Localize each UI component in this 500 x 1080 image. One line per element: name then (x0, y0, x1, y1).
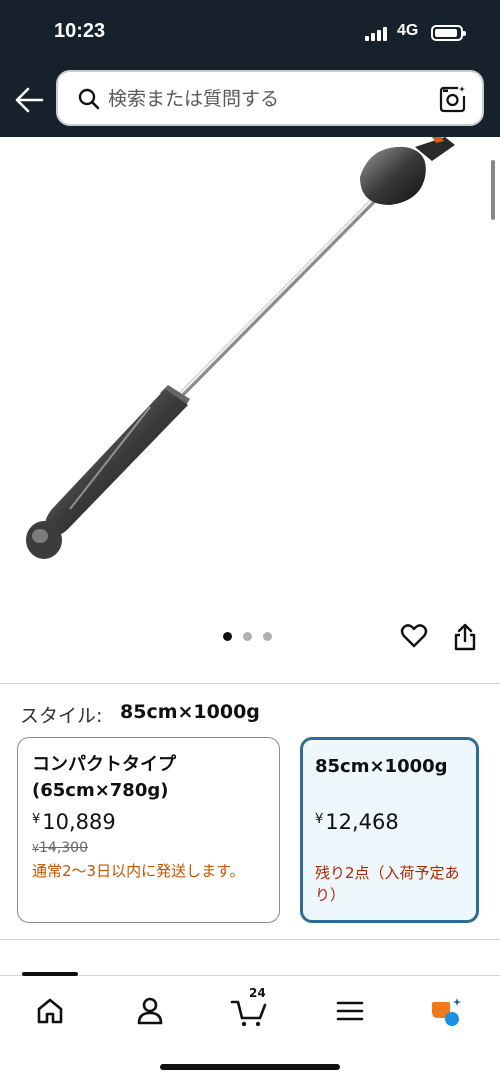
option-old-price: ¥14,300 (32, 840, 88, 856)
gallery-dot[interactable] (223, 632, 232, 641)
gallery-dots[interactable] (223, 632, 283, 642)
home-icon[interactable] (33, 994, 67, 1028)
battery-icon (431, 25, 466, 41)
option-stock: 残り2点（入荷予定あり） (315, 864, 460, 904)
status-bar: 10:23 4G (0, 0, 500, 66)
search-icon (78, 88, 100, 110)
currency-symbol: ¥ (315, 812, 324, 827)
camera-search-icon[interactable] (438, 84, 468, 114)
home-indicator (160, 1064, 340, 1070)
option-title: コンパクトタイプ(65cm×780g) (32, 754, 176, 801)
rufus-ai-icon[interactable] (428, 994, 462, 1028)
divider (0, 939, 500, 940)
price-value: 12,468 (325, 810, 399, 834)
share-icon[interactable] (453, 622, 477, 652)
style-label: スタイル: (20, 705, 103, 727)
currency-symbol: ¥ (32, 812, 41, 827)
currency-symbol: ¥ (32, 842, 39, 855)
option-shipping: 通常2〜3日以内に発送します。 (32, 862, 245, 880)
option-title: 85cm×1000g (315, 756, 448, 777)
style-option-compact[interactable]: コンパクトタイプ(65cm×780g) ¥10,889 ¥14,300 通常2〜… (17, 737, 280, 923)
gallery-dot[interactable] (243, 632, 252, 641)
product-image[interactable] (0, 137, 500, 617)
bottom-nav: 24 (0, 972, 500, 1080)
style-selected-value: 85cm×1000g (120, 701, 260, 723)
style-option-85cm[interactable]: 85cm×1000g ¥12,468 残り2点（入荷予定あり） (300, 737, 479, 923)
signal-icon (365, 25, 391, 41)
menu-icon[interactable] (333, 994, 367, 1028)
heart-icon[interactable] (400, 622, 428, 650)
gallery-dot[interactable] (263, 632, 272, 641)
option-price: ¥10,889 (32, 810, 116, 834)
price-value: 10,889 (42, 810, 116, 834)
back-arrow-icon[interactable] (14, 86, 44, 114)
option-price: ¥12,468 (315, 810, 399, 834)
account-icon[interactable] (133, 994, 167, 1028)
nav-active-indicator (22, 972, 78, 976)
cart-count: 24 (249, 986, 266, 1000)
old-price-value: 14,300 (39, 840, 88, 856)
scrollbar[interactable] (491, 160, 495, 220)
divider (0, 683, 500, 684)
network-type: 4G (397, 22, 419, 39)
status-time: 10:23 (54, 20, 106, 42)
cart-icon[interactable]: 24 (230, 986, 270, 1028)
search-input[interactable] (108, 86, 428, 112)
search-bar[interactable] (56, 70, 484, 126)
header: 10:23 4G (0, 0, 500, 137)
